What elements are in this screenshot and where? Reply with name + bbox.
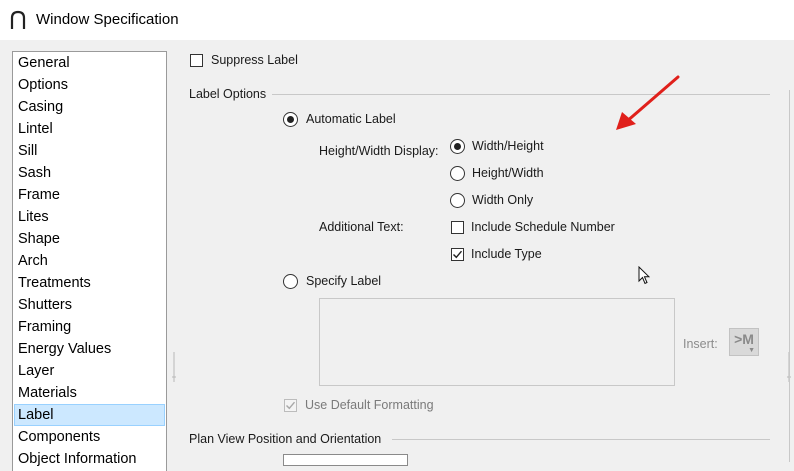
sidebar-item-lites[interactable]: Lites — [14, 206, 165, 228]
insert-label: Insert: — [683, 337, 718, 351]
width-height-label: Width/Height — [472, 139, 544, 153]
sidebar-item-sill[interactable]: Sill — [14, 140, 165, 162]
specify-label-radio[interactable] — [283, 274, 298, 289]
mouse-cursor-icon — [638, 266, 650, 285]
sidebar-item-shape[interactable]: Shape — [14, 228, 165, 250]
height-width-label: Height/Width — [472, 166, 544, 180]
checkmark-icon — [453, 250, 463, 259]
insert-macro-button-label: >M — [734, 331, 754, 347]
sidebar-item-options[interactable]: Options — [14, 74, 165, 96]
specify-label-text: Specify Label — [306, 274, 382, 288]
include-type-label: Include Type — [471, 247, 542, 261]
sidebar-item-components[interactable]: Components — [14, 426, 165, 448]
sidebar-item-framing[interactable]: Framing — [14, 316, 165, 338]
sidebar-item-general[interactable]: General — [14, 52, 165, 74]
sidebar-item-casing[interactable]: Casing — [14, 96, 165, 118]
category-list[interactable]: General Options Casing Lintel Sill Sash Frame L… — [12, 51, 167, 471]
group-divider — [392, 439, 770, 440]
specify-label-textarea[interactable] — [319, 298, 675, 386]
automatic-label-text: Automatic Label — [306, 112, 396, 126]
additional-text-label: Additional Text: — [319, 220, 404, 234]
sidebar-item-layer[interactable]: Layer — [14, 360, 165, 382]
chevron-down-icon: ▼ — [748, 347, 755, 354]
app-arch-icon — [10, 10, 26, 29]
width-only-label: Width Only — [472, 193, 534, 207]
panel-right-edge — [789, 90, 790, 462]
use-default-formatting-checkbox[interactable] — [284, 399, 297, 412]
group-divider — [272, 94, 770, 95]
include-schedule-number-checkbox[interactable] — [451, 221, 464, 234]
include-type-checkbox[interactable] — [451, 248, 464, 261]
splitter-handle-left[interactable] — [172, 352, 176, 382]
sidebar-item-materials[interactable]: Materials — [14, 382, 165, 404]
annotation-arrow-icon — [616, 75, 680, 130]
sidebar-item-sash[interactable]: Sash — [14, 162, 165, 184]
plan-view-input[interactable] — [283, 454, 408, 466]
automatic-label-radio[interactable] — [283, 112, 298, 127]
sidebar-item-lintel[interactable]: Lintel — [14, 118, 165, 140]
insert-macro-button[interactable]: >M ▼ — [729, 328, 759, 356]
width-only-radio[interactable] — [450, 193, 465, 208]
width-height-radio[interactable] — [450, 139, 465, 154]
title-bar: Window Specification — [0, 0, 794, 40]
checkmark-icon — [286, 401, 296, 410]
partial-field-label — [246, 455, 258, 462]
sidebar-item-energy-values[interactable]: Energy Values — [14, 338, 165, 360]
sidebar-item-treatments[interactable]: Treatments — [14, 272, 165, 294]
sidebar-item-object-information[interactable]: Object Information — [14, 448, 165, 470]
height-width-radio[interactable] — [450, 166, 465, 181]
suppress-label-text: Suppress Label — [211, 53, 298, 67]
sidebar-item-frame[interactable]: Frame — [14, 184, 165, 206]
include-schedule-number-label: Include Schedule Number — [471, 220, 615, 234]
splitter-grip-icon — [172, 352, 176, 382]
sidebar-item-shutters[interactable]: Shutters — [14, 294, 165, 316]
hw-display-label: Height/Width Display: — [319, 144, 439, 158]
sidebar-item-arch[interactable]: Arch — [14, 250, 165, 272]
sidebar-item-label[interactable]: Label — [14, 404, 165, 426]
use-default-formatting-label: Use Default Formatting — [305, 398, 434, 412]
window-title: Window Specification — [36, 11, 179, 28]
label-options-heading: Label Options — [189, 87, 267, 101]
plan-view-heading: Plan View Position and Orientation — [189, 432, 382, 446]
suppress-label-checkbox[interactable] — [190, 54, 203, 67]
